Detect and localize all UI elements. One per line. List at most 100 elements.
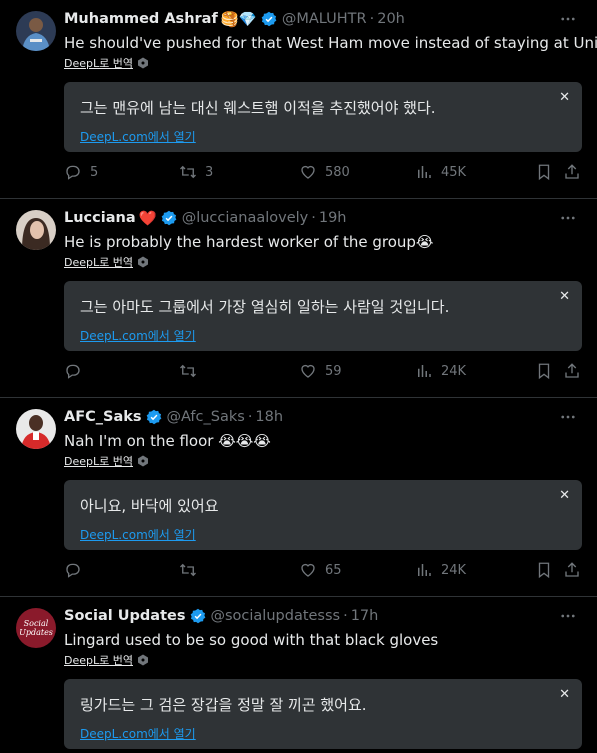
- tweet-text: He is probably the hardest worker of the…: [64, 233, 434, 251]
- more-options-icon[interactable]: [559, 408, 577, 426]
- retweet-button[interactable]: 3: [179, 163, 213, 181]
- separator-dot: ·: [311, 210, 316, 226]
- name-emojis: 🥞💎: [220, 11, 257, 28]
- tweet-actions: 5 3 580 45K: [64, 163, 584, 185]
- avatar[interactable]: [16, 210, 56, 250]
- retweet-button[interactable]: [179, 561, 197, 579]
- bookmark-icon: [538, 363, 550, 380]
- like-button[interactable]: 580: [299, 163, 350, 181]
- bookmark-button[interactable]: [535, 561, 553, 579]
- views-icon: [418, 365, 431, 377]
- like-button[interactable]: 65: [299, 561, 342, 579]
- deepl-logo-icon: [137, 654, 148, 666]
- views-button[interactable]: 24K: [415, 561, 466, 579]
- share-icon: [565, 164, 579, 179]
- open-deepl-link[interactable]: DeepL.com에서 열기: [80, 526, 196, 543]
- reply-button[interactable]: [64, 362, 82, 380]
- verified-badge-icon: [146, 409, 161, 425]
- close-icon[interactable]: ✕: [559, 488, 570, 503]
- tweet-text: Lingard used to be so good with that bla…: [64, 631, 439, 649]
- more-options-icon[interactable]: [559, 607, 577, 625]
- timestamp[interactable]: 19h: [319, 210, 347, 226]
- more-options-icon[interactable]: [559, 10, 577, 28]
- tweet[interactable]: Social Updates Social Updates @socialupd…: [0, 597, 597, 753]
- views-button[interactable]: 45K: [415, 163, 466, 181]
- author-handle[interactable]: @Afc_Saks: [167, 409, 245, 425]
- author-name[interactable]: Lucciana: [64, 210, 136, 226]
- verified-badge-icon: [190, 608, 205, 624]
- tweet[interactable]: AFC_Saks @Afc_Saks · 18h Nah I'm on the …: [0, 398, 597, 597]
- bookmark-icon: [538, 164, 550, 181]
- like-count: 65: [325, 562, 342, 578]
- translation-text: 그는 아마도 그룹에서 가장 열심히 일하는 사람일 것입니다.: [80, 298, 450, 316]
- deepl-translate-label[interactable]: DeepL로 번역: [64, 55, 133, 71]
- bookmark-button[interactable]: [535, 362, 553, 380]
- reply-icon: [66, 364, 80, 379]
- deepl-translate-link[interactable]: DeepL로 번역: [64, 453, 149, 469]
- timestamp[interactable]: 20h: [377, 11, 405, 27]
- timestamp[interactable]: 17h: [351, 608, 379, 624]
- heart-icon: [301, 364, 315, 378]
- avatar-logo-text: Social Updates: [19, 619, 53, 637]
- reply-icon: [66, 563, 80, 578]
- deepl-translate-link[interactable]: DeepL로 번역: [64, 254, 149, 270]
- view-count: 24K: [441, 562, 467, 578]
- retweet-icon: [180, 563, 196, 577]
- tweet-actions: 65 24K: [64, 561, 584, 583]
- author-handle[interactable]: @socialupdatesss: [211, 608, 341, 624]
- reply-button[interactable]: 5: [64, 163, 98, 181]
- author-handle[interactable]: @luccianaalovely: [182, 210, 309, 226]
- separator-dot: ·: [343, 608, 348, 624]
- reply-button[interactable]: [64, 561, 82, 579]
- avatar[interactable]: [16, 11, 56, 51]
- views-button[interactable]: 24K: [415, 362, 466, 380]
- translation-box: 그는 맨유에 남는 대신 웨스트햄 이적을 추진했어야 했다. DeepL.co…: [64, 82, 582, 152]
- tweet-text: Nah I'm on the floor 😭😭😭: [64, 432, 271, 450]
- deepl-translate-link[interactable]: DeepL로 번역: [64, 652, 149, 668]
- reply-icon: [66, 165, 80, 180]
- translation-box: 그는 아마도 그룹에서 가장 열심히 일하는 사람일 것입니다. DeepL.c…: [64, 281, 582, 351]
- deepl-logo-icon: [137, 256, 148, 268]
- tweet-text: He should've pushed for that West Ham mo…: [64, 34, 597, 52]
- avatar[interactable]: Social Updates: [16, 608, 56, 648]
- deepl-translate-label[interactable]: DeepL로 번역: [64, 453, 133, 469]
- open-deepl-link[interactable]: DeepL.com에서 열기: [80, 327, 196, 344]
- share-icon: [565, 363, 579, 378]
- more-options-icon[interactable]: [559, 209, 577, 227]
- deepl-translate-label[interactable]: DeepL로 번역: [64, 254, 133, 270]
- like-count: 59: [325, 363, 342, 379]
- translation-box: 링가드는 그 검은 장갑을 정말 잘 끼곤 했어요. DeepL.com에서 열…: [64, 679, 582, 749]
- author-name[interactable]: Muhammed Ashraf: [64, 11, 218, 27]
- retweet-button[interactable]: [179, 362, 197, 380]
- heart-icon: [301, 165, 315, 179]
- share-button[interactable]: [563, 561, 581, 579]
- retweet-icon: [180, 364, 196, 378]
- close-icon[interactable]: ✕: [559, 289, 570, 304]
- like-button[interactable]: 59: [299, 362, 342, 380]
- author-name[interactable]: AFC_Saks: [64, 409, 142, 425]
- avatar[interactable]: [16, 409, 56, 449]
- share-button[interactable]: [563, 362, 581, 380]
- tweet-actions: 59 24K: [64, 362, 584, 384]
- retweet-icon: [180, 165, 196, 179]
- translation-text: 그는 맨유에 남는 대신 웨스트햄 이적을 추진했어야 했다.: [80, 99, 436, 117]
- views-icon: [418, 564, 431, 576]
- open-deepl-link[interactable]: DeepL.com에서 열기: [80, 725, 196, 742]
- bookmark-button[interactable]: [535, 163, 553, 181]
- open-deepl-link[interactable]: DeepL.com에서 열기: [80, 128, 196, 145]
- translation-box: 아니요, 바닥에 있어요 DeepL.com에서 열기 ✕: [64, 480, 582, 550]
- translation-text: 링가드는 그 검은 장갑을 정말 잘 끼곤 했어요.: [80, 696, 367, 714]
- deepl-translate-link[interactable]: DeepL로 번역: [64, 55, 149, 71]
- tweet[interactable]: Muhammed Ashraf 🥞💎 @MALUHTR · 20h He sho…: [0, 0, 597, 199]
- close-icon[interactable]: ✕: [559, 687, 570, 702]
- author-handle[interactable]: @MALUHTR: [282, 11, 367, 27]
- tweet[interactable]: Lucciana ❤️ @luccianaalovely · 19h He is…: [0, 199, 597, 398]
- timestamp[interactable]: 18h: [255, 409, 283, 425]
- close-icon[interactable]: ✕: [559, 90, 570, 105]
- author-name[interactable]: Social Updates: [64, 608, 186, 624]
- deepl-translate-label[interactable]: DeepL로 번역: [64, 652, 133, 668]
- share-button[interactable]: [563, 163, 581, 181]
- name-emojis: ❤️: [138, 210, 157, 227]
- verified-badge-icon: [261, 11, 277, 27]
- views-icon: [418, 166, 431, 178]
